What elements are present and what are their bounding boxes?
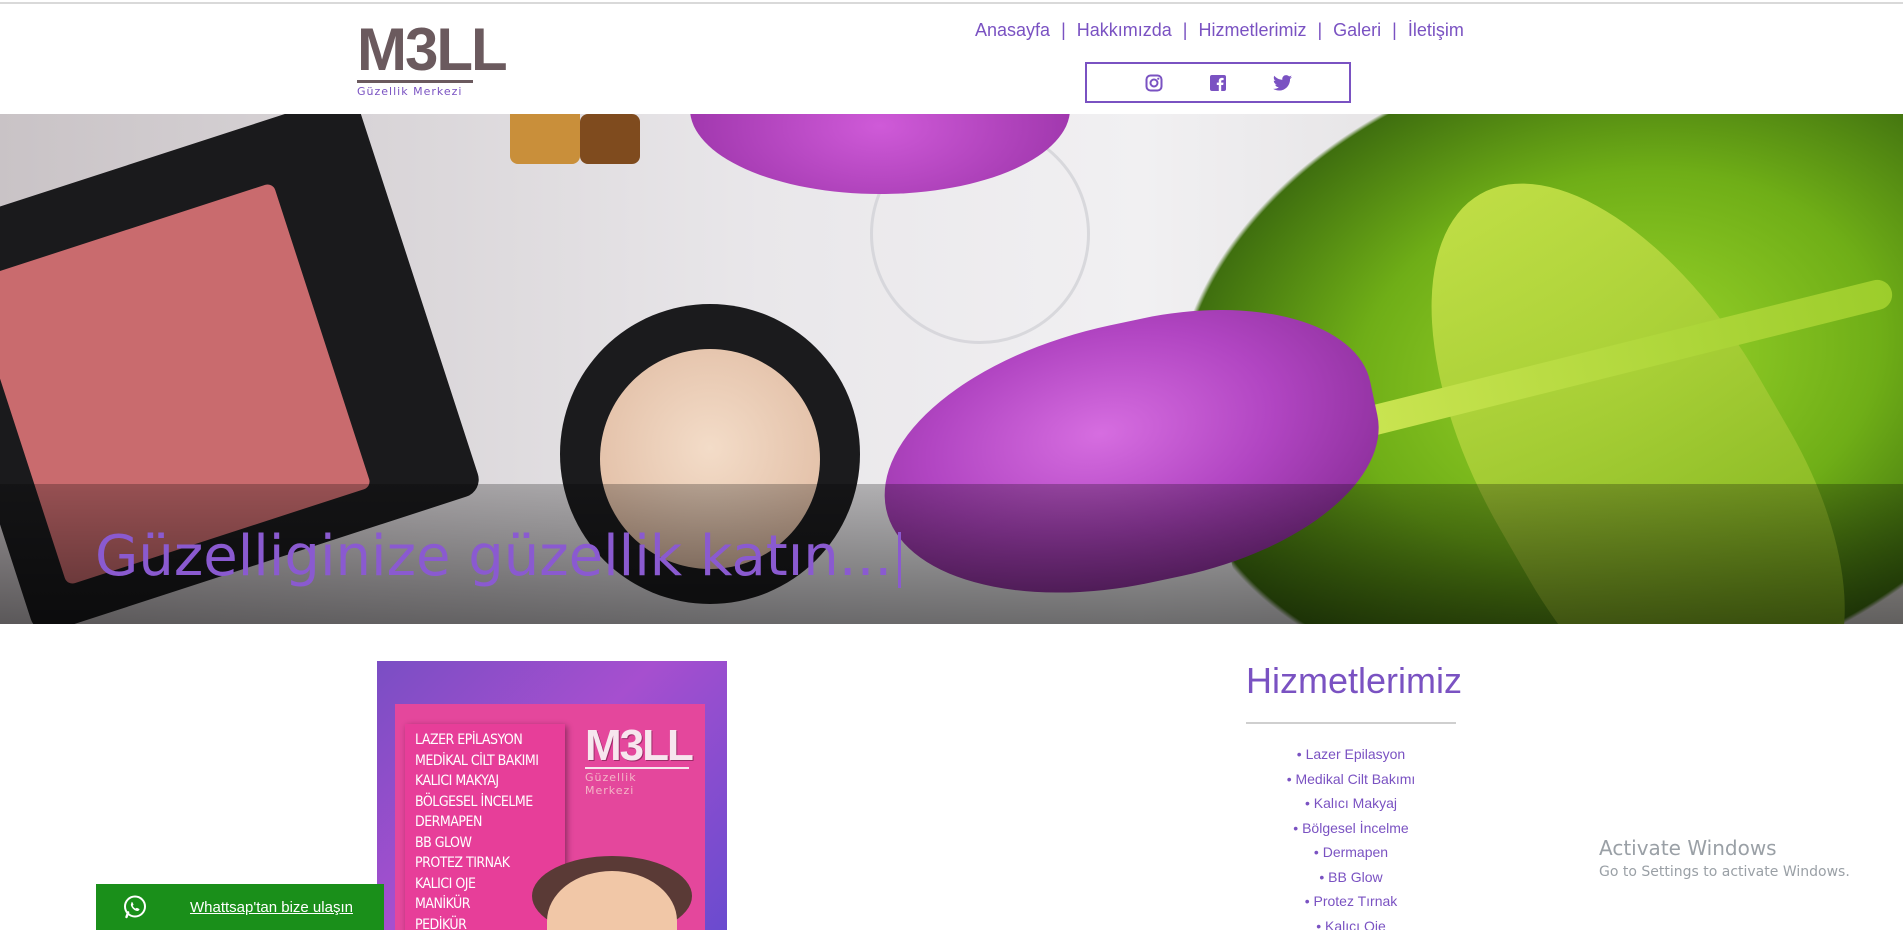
services-flyer-image: LAZER EPİLASYON MEDİKAL CİLT BAKIMI KALI… <box>377 661 727 930</box>
whatsapp-contact-button[interactable]: Whattsap'tan bize ulaşın <box>96 884 384 930</box>
activate-title: Activate Windows <box>1599 836 1777 860</box>
hero-bottle <box>510 114 580 164</box>
site-header: M3LL Güzellik Merkezi Anasayfa | Hakkımı… <box>0 4 1903 114</box>
main-nav: Anasayfa | Hakkımızda | Hizmetlerimiz | … <box>975 20 1464 41</box>
services-section: Hizmetlerimiz • Lazer Epilasyon • Medika… <box>1246 660 1462 930</box>
flyer-item: BB GLOW <box>415 834 472 851</box>
nav-separator: | <box>1182 20 1188 40</box>
nav-separator: | <box>1061 20 1066 40</box>
services-divider <box>1246 722 1456 724</box>
nav-separator: | <box>1392 20 1397 40</box>
service-item: • BB Glow <box>1319 868 1383 885</box>
nav-services[interactable]: Hizmetlerimiz <box>1198 20 1306 41</box>
nav-home[interactable]: Anasayfa <box>975 20 1050 41</box>
nav-contact[interactable]: İletişim <box>1408 20 1464 41</box>
flyer-logo-subtitle: Güzellik Merkezi <box>585 767 689 797</box>
typing-cursor <box>898 531 902 588</box>
service-item: • Kalıcı Makyaj <box>1304 795 1398 811</box>
flyer-item: BÖLGESEL İNCELME <box>415 793 533 810</box>
hero-bottle <box>580 114 640 164</box>
service-item: • Bölgesel İncelme <box>1293 819 1409 836</box>
twitter-icon[interactable] <box>1272 73 1292 93</box>
site-logo[interactable]: M3LL Güzellik Merkezi <box>357 16 508 98</box>
services-list: • Lazer Epilasyon • Medikal Cilt Bakımı … <box>1246 742 1456 930</box>
flyer-logo: M3LL Güzellik Merkezi <box>585 721 695 797</box>
service-item: • Medikal Cilt Bakımı <box>1286 770 1416 787</box>
flyer-item: DERMAPEN <box>415 814 482 830</box>
logo-mark: M3LL <box>357 16 508 83</box>
nav-gallery[interactable]: Galeri <box>1333 20 1381 41</box>
nav-about[interactable]: Hakkımızda <box>1077 20 1172 41</box>
windows-activation-watermark: Activate Windows Go to Settings to activ… <box>1599 836 1850 880</box>
activate-subtitle: Go to Settings to activate Windows. <box>1599 864 1850 880</box>
service-item: • Lazer Epilasyon <box>1296 746 1406 762</box>
social-links <box>1085 62 1351 103</box>
hero-tagline: Güzelliginize güzellik katın... <box>95 524 902 589</box>
hero-banner: Güzelliginize güzellik katın... <box>0 114 1903 624</box>
service-item: • Kalıcı Oje <box>1316 917 1386 930</box>
whatsapp-label: Whattsap'tan bize ulaşın <box>190 898 353 916</box>
service-item: • Dermapen <box>1313 844 1389 860</box>
whatsapp-icon <box>122 894 148 920</box>
hero-tagline-text: Güzelliginize güzellik katın... <box>95 524 893 589</box>
flyer-item: KALICI MAKYAJ <box>415 773 499 789</box>
facebook-icon[interactable] <box>1208 73 1228 93</box>
flyer-item: MEDİKAL CİLT BAKIMI <box>415 752 539 769</box>
flyer-logo-mark: M3LL <box>585 721 694 770</box>
flyer-item: LAZER EPİLASYON <box>415 732 523 748</box>
nav-separator: | <box>1317 20 1323 40</box>
services-title: Hizmetlerimiz <box>1246 660 1462 701</box>
instagram-icon[interactable] <box>1144 73 1164 93</box>
flyer-item: PROTEZ TIRNAK <box>415 855 510 871</box>
flyer-item: PEDİKÜR <box>415 916 467 930</box>
service-item: • Protez Tırnak <box>1304 893 1398 909</box>
